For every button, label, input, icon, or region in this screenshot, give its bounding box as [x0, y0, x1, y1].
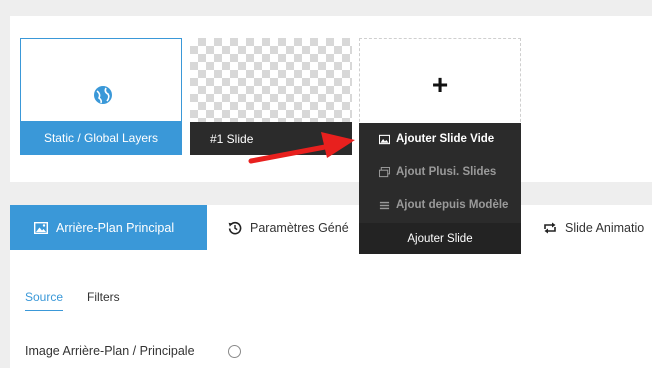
repeat-icon	[544, 222, 556, 233]
tab-general-settings[interactable]: Paramètres Géné	[228, 205, 349, 250]
images-icon	[379, 166, 390, 177]
tab-label: Slide Animatio	[565, 220, 645, 235]
menu-item-add-multiple-slides[interactable]: Ajout Plusi. Slides	[359, 158, 521, 186]
menu-item-add-from-template[interactable]: Ajout depuis Modèle	[359, 191, 521, 219]
menu-item-label: Ajouter Slide Vide	[396, 133, 495, 145]
image-icon	[379, 134, 390, 144]
menu-item-label: Ajout Plusi. Slides	[396, 166, 497, 178]
menu-item-add-blank-slide[interactable]: Ajouter Slide Vide	[359, 125, 521, 153]
main-background-image-label: Image Arrière-Plan / Principale	[25, 344, 195, 358]
background-settings-panel: Source Filters Image Arrière-Plan / Prin…	[10, 250, 652, 368]
subtab-source[interactable]: Source	[25, 290, 64, 311]
add-slide-button[interactable]: +	[359, 38, 521, 132]
list-icon	[379, 201, 390, 209]
slide-settings-tabs: Arrière-Plan Principal Paramètres Géné S…	[10, 205, 652, 250]
static-layers-slide[interactable]: Static / Global Layers	[20, 38, 182, 155]
image-icon	[34, 221, 48, 234]
tab-label: Paramètres Géné	[250, 220, 349, 235]
tab-label: Arrière-Plan Principal	[56, 220, 175, 235]
red-arrow-annotation	[248, 132, 355, 164]
add-slide-footer[interactable]: Ajouter Slide	[359, 223, 521, 254]
menu-item-label: Ajout depuis Modèle	[396, 199, 509, 211]
plus-icon: +	[431, 69, 449, 100]
static-layers-label: Static / Global Layers	[21, 121, 181, 154]
subtab-filters[interactable]: Filters	[87, 290, 120, 304]
add-slide-menu: Ajouter Slide Vide Ajout Plusi. Slides A…	[359, 123, 521, 254]
history-icon	[228, 221, 242, 234]
tab-slide-animation[interactable]: Slide Animatio	[543, 205, 644, 250]
globe-icon	[94, 86, 112, 104]
tab-main-background[interactable]: Arrière-Plan Principal	[10, 205, 207, 250]
main-background-image-radio[interactable]	[228, 345, 241, 358]
